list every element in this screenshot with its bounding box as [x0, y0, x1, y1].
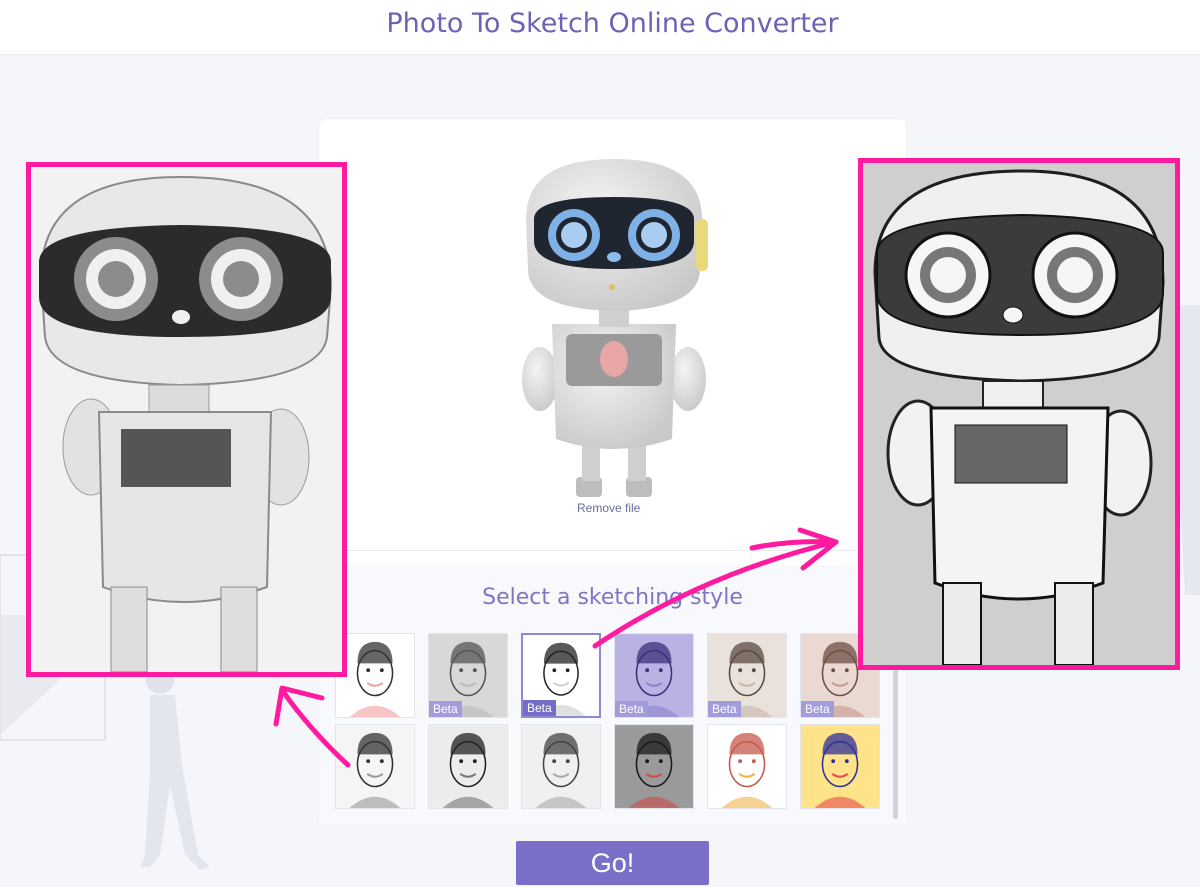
remove-file-link[interactable]: Remove file: [577, 501, 640, 515]
style-thumbnail[interactable]: [335, 724, 415, 809]
style-thumbnail[interactable]: Beta: [707, 633, 787, 718]
style-thumbnail[interactable]: Beta: [521, 633, 601, 718]
page-title: Photo To Sketch Online Converter: [386, 8, 839, 39]
style-thumbnail[interactable]: [335, 633, 415, 718]
style-thumbnail[interactable]: [428, 724, 508, 809]
beta-badge: Beta: [708, 701, 741, 717]
style-selector: Select a sketching style Beta Beta Beta Bet…: [319, 565, 906, 824]
face-sketch-preview: [336, 634, 414, 717]
pencil-sketch-result-left: [26, 162, 347, 677]
beta-badge: Beta: [801, 701, 834, 717]
style-thumbnail[interactable]: [707, 724, 787, 809]
sketch-robot-right-image: [863, 163, 1175, 665]
go-button[interactable]: Go!: [516, 841, 709, 885]
upload-preview: Remove file: [319, 119, 906, 551]
beta-badge: Beta: [523, 700, 556, 716]
style-thumbnail[interactable]: Beta: [428, 633, 508, 718]
face-sketch-preview: [801, 725, 879, 808]
style-heading: Select a sketching style: [482, 585, 743, 610]
style-thumbnail[interactable]: [800, 724, 880, 809]
sketch-robot-left-image: [31, 167, 342, 672]
style-thumbnail[interactable]: [614, 724, 694, 809]
face-sketch-preview: [708, 725, 786, 808]
face-sketch-preview: [522, 725, 600, 808]
uploaded-robot-image: [522, 159, 708, 497]
beta-badge: Beta: [429, 701, 462, 717]
face-sketch-preview: [429, 725, 507, 808]
style-thumbnail[interactable]: [521, 724, 601, 809]
face-sketch-preview: [615, 725, 693, 808]
top-bar: Photo To Sketch Online Converter: [0, 0, 1200, 55]
charcoal-sketch-result-right: [858, 158, 1180, 670]
style-thumbnail[interactable]: Beta: [614, 633, 694, 718]
beta-badge: Beta: [615, 701, 648, 717]
face-sketch-preview: [336, 725, 414, 808]
converter-card: Remove file Select a sketching style Bet…: [318, 118, 907, 824]
style-scrollbar[interactable]: [893, 661, 898, 819]
